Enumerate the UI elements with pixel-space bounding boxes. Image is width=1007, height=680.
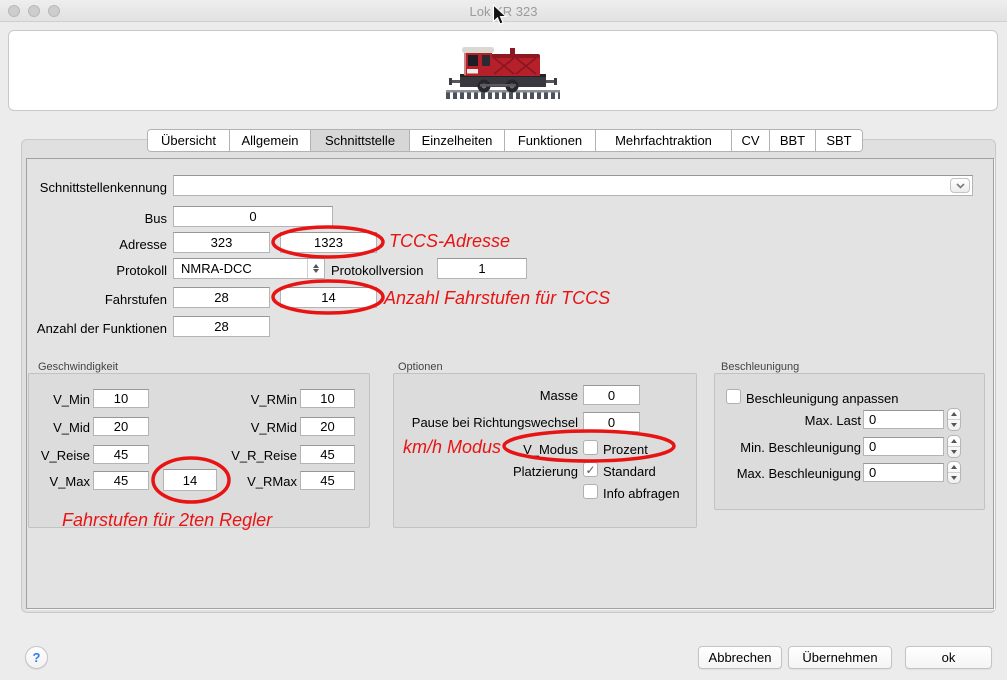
prozent-checkbox-label: Prozent	[603, 442, 648, 457]
popup-arrows-icon	[307, 259, 324, 278]
stepper-up-icon[interactable]	[951, 439, 957, 443]
platzierung-label: Platzierung	[400, 464, 578, 479]
v-modus-label: V_Modus	[400, 442, 578, 457]
tab-cv[interactable]: CV	[731, 130, 769, 151]
tab-mehrfachtraktion[interactable]: Mehrfachtraktion	[595, 130, 731, 151]
v-mid-label: V_Mid	[28, 420, 90, 435]
protokollversion-field[interactable]	[437, 258, 527, 279]
v-min-label: V_Min	[28, 392, 90, 407]
min-beschleunigung-label: Min. Beschleunigung	[714, 440, 861, 455]
tab-einzelheiten[interactable]: Einzelheiten	[409, 130, 504, 151]
v-mid-field[interactable]	[93, 417, 149, 436]
max-last-stepper[interactable]	[947, 408, 961, 431]
help-button[interactable]: ?	[25, 646, 48, 669]
locomotive-image	[444, 40, 562, 102]
standard-checkbox-label: Standard	[603, 464, 656, 479]
tab-bar: Übersicht Allgemein Schnittstelle Einzel…	[147, 129, 863, 152]
max-beschleunigung-label: Max. Beschleunigung	[714, 466, 861, 481]
max-beschleunigung-field[interactable]	[863, 463, 944, 482]
tab-allgemein[interactable]: Allgemein	[229, 130, 310, 151]
v-reise-label: V_Reise	[28, 448, 90, 463]
v-max-field[interactable]	[93, 471, 149, 490]
bus-field[interactable]	[173, 206, 333, 227]
v-rmin-label: V_RMin	[208, 392, 297, 407]
protokoll-popup[interactable]: NMRA-DCC	[173, 258, 325, 279]
stepper-down-icon[interactable]	[951, 450, 957, 454]
schnittstellenkennung-label: Schnittstellenkennung	[20, 180, 167, 195]
tccs-adresse-field[interactable]	[280, 232, 377, 253]
v-min-field[interactable]	[93, 389, 149, 408]
protokoll-label: Protokoll	[20, 263, 167, 278]
v-rmid-field[interactable]	[300, 417, 355, 436]
min-beschleunigung-field[interactable]	[863, 437, 944, 456]
v-rmid-label: V_RMid	[208, 420, 297, 435]
stepper-up-icon[interactable]	[951, 412, 957, 416]
tab-uebersicht[interactable]: Übersicht	[148, 130, 229, 151]
info-abfragen-checkbox[interactable]	[583, 484, 598, 499]
schnittstellenkennung-combobox[interactable]	[173, 175, 973, 196]
max-last-label: Max. Last	[714, 413, 861, 428]
locomotive-image-panel	[8, 30, 998, 111]
masse-field[interactable]	[583, 385, 640, 405]
bus-label: Bus	[20, 211, 167, 226]
max-beschleunigung-stepper[interactable]	[947, 461, 961, 484]
stepper-down-icon[interactable]	[951, 423, 957, 427]
info-abfragen-checkbox-label: Info abfragen	[603, 486, 680, 501]
v-rmax-label: V_RMax	[208, 474, 297, 489]
v-reise-field[interactable]	[93, 445, 149, 464]
stepper-up-icon[interactable]	[951, 465, 957, 469]
optionen-group-title: Optionen	[398, 361, 443, 373]
v-r-reise-label: V_R_Reise	[208, 448, 297, 463]
chevron-down-icon[interactable]	[950, 178, 970, 193]
tab-schnittstelle[interactable]: Schnittstelle	[310, 130, 409, 151]
standard-checkbox[interactable]: ✓	[583, 462, 598, 477]
beschleunigung-anpassen-checkbox[interactable]	[726, 389, 741, 404]
fahrstufen-label: Fahrstufen	[20, 292, 167, 307]
anzahl-funktionen-label: Anzahl der Funktionen	[20, 321, 167, 336]
masse-label: Masse	[400, 388, 578, 403]
beschleunigung-group-title: Beschleunigung	[721, 361, 799, 373]
adresse-field[interactable]	[173, 232, 270, 253]
pause-richtungswechsel-field[interactable]	[583, 412, 640, 432]
tccs-fahrstufen-field[interactable]	[280, 287, 377, 308]
tab-bbt[interactable]: BBT	[769, 130, 815, 151]
adresse-label: Adresse	[20, 237, 167, 252]
pause-richtungswechsel-label: Pause bei Richtungswechsel	[400, 415, 578, 430]
v-rmin-field[interactable]	[300, 389, 355, 408]
tab-sbt[interactable]: SBT	[815, 130, 862, 151]
abbrechen-button[interactable]: Abbrechen	[698, 646, 782, 669]
anzahl-funktionen-field[interactable]	[173, 316, 270, 337]
checkmark-icon: ✓	[585, 464, 595, 476]
beschleunigung-anpassen-label: Beschleunigung anpassen	[746, 391, 899, 406]
min-beschleunigung-stepper[interactable]	[947, 435, 961, 458]
uebernehmen-button[interactable]: Übernehmen	[788, 646, 892, 669]
protokoll-value: NMRA-DCC	[174, 261, 307, 276]
fahrstufen-field[interactable]	[173, 287, 270, 308]
ok-button[interactable]: ok	[905, 646, 992, 669]
prozent-checkbox[interactable]	[583, 440, 598, 455]
v-max-label: V_Max	[28, 474, 90, 489]
mouse-cursor-icon	[492, 4, 507, 26]
protokollversion-label: Protokollversion	[331, 263, 424, 278]
max-last-field[interactable]	[863, 410, 944, 429]
v-rmax-field[interactable]	[300, 471, 355, 490]
geschwindigkeit-group-title: Geschwindigkeit	[38, 361, 118, 373]
stepper-down-icon[interactable]	[951, 476, 957, 480]
tab-funktionen[interactable]: Funktionen	[504, 130, 595, 151]
v-r-reise-field[interactable]	[300, 445, 355, 464]
